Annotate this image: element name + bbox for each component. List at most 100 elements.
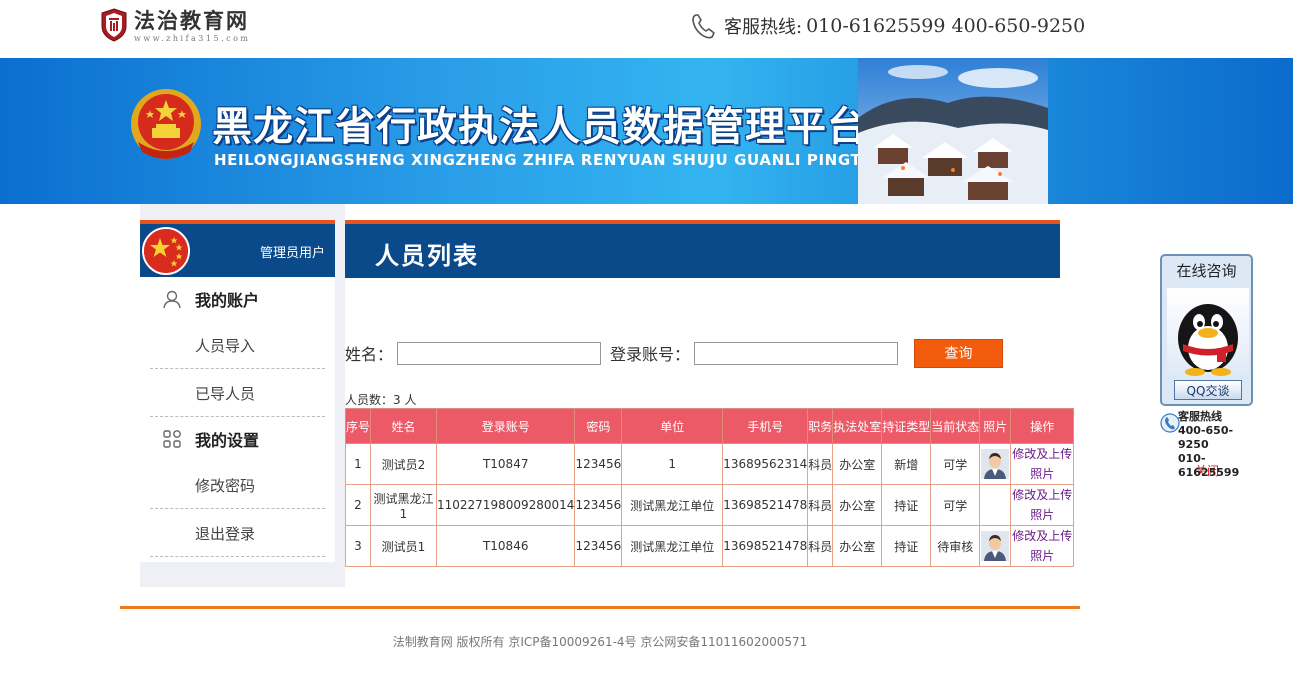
edit-upload-photo-link[interactable]: 修改及上传 照片: [1011, 444, 1073, 484]
cell-cert: 新增: [881, 443, 932, 485]
cell-password: 123456: [574, 484, 623, 526]
cell-operation: 修改及上传 照片: [1010, 443, 1075, 485]
name-input[interactable]: [397, 341, 602, 365]
sidebar-item-label: 人员导入: [195, 336, 256, 355]
page-title: 人员列表: [375, 242, 479, 270]
shield-logo-icon: [101, 8, 127, 42]
column-header: 照片: [979, 408, 1012, 444]
admin-user-label: 管理员用户: [259, 246, 325, 261]
qq-chat-button[interactable]: QQ交谈: [1174, 380, 1242, 400]
top-bar: 法治教育网 www.zhifa315.com 客服热线: 010-6162559…: [0, 0, 1293, 58]
sidebar-item-logout[interactable]: 退出登录: [140, 509, 335, 557]
consult-title: 在线咨询: [1176, 262, 1237, 280]
cell-phone: 13698521478: [722, 484, 809, 526]
cell-cert: 持证: [881, 525, 932, 567]
logo-url: www.zhifa315.com: [134, 34, 251, 43]
cell-no: 2: [345, 484, 371, 526]
cell-name: 测试员2: [370, 443, 437, 485]
cell-office: 办公室: [832, 484, 883, 526]
column-header: 持证类型: [881, 408, 932, 444]
edit-link-line-1: 修改及上传: [1012, 488, 1073, 502]
column-header: 登录账号: [435, 408, 576, 444]
table-row: 2 测试黑龙江1 110227198009280014 123456 测试黑龙江单位 13…: [345, 484, 1075, 526]
column-header: 执法处室: [832, 408, 883, 444]
column-header: 姓名: [370, 408, 437, 444]
cell-password: 123456: [574, 525, 623, 567]
sidebar-item-import[interactable]: 人员导入: [140, 321, 335, 369]
footer-divider: [120, 606, 1080, 609]
people-count: 人员数：3 人: [345, 393, 417, 407]
cell-unit: 测试黑龙江单位: [621, 484, 724, 526]
edit-link-line-1: 修改及上传: [1012, 529, 1073, 543]
snow-village-photo: [858, 58, 1048, 204]
cell-name: 测试员1: [370, 525, 437, 567]
site-logo[interactable]: 法治教育网 www.zhifa315.com: [100, 8, 251, 48]
widget-hotline-number-2: 010-61625599: [1178, 452, 1240, 479]
sidebar-item-label: 修改密码: [195, 476, 256, 495]
name-label: 姓名：: [345, 345, 394, 364]
phone-icon: [692, 14, 715, 39]
edit-link-line-2: 照片: [1030, 508, 1055, 522]
cell-name: 测试黑龙江1: [370, 484, 437, 526]
cell-account: T10847: [435, 443, 576, 485]
cell-photo: [979, 525, 1012, 567]
cell-cert: 持证: [881, 484, 932, 526]
widget-hotline-number-1: 400-650-9250: [1178, 424, 1234, 451]
sidebar-item-change-password[interactable]: 修改密码: [140, 461, 335, 509]
column-header: 单位: [621, 408, 724, 444]
table-header-row: 序号 姓名 登录账号 密码 单位 手机号 职务 执法处室 持证类型 当前状态 照…: [345, 408, 1075, 444]
user-icon: [163, 290, 181, 309]
edit-link-line-2: 照片: [1030, 549, 1055, 563]
qq-penguin-icon: [1178, 304, 1238, 376]
search-button[interactable]: 查询: [914, 338, 1004, 368]
account-input[interactable]: [694, 341, 899, 365]
banner: 黑龙江省行政执法人员数据管理平台 HEILONGJIANGSHENG XINGZ…: [0, 58, 1293, 204]
china-flag-icon: [144, 229, 188, 273]
sidebar-header: 管理员用户: [140, 220, 335, 277]
column-header: 手机号: [722, 408, 809, 444]
cell-password: 123456: [574, 443, 623, 485]
national-emblem-icon: [131, 89, 201, 159]
column-header: 当前状态: [930, 408, 981, 444]
banner-subtitle: HEILONGJIANGSHENG XINGZHENG ZHIFA RENYUA…: [214, 151, 879, 169]
cell-no: 3: [345, 525, 371, 567]
table-row: 1 测试员2 T10847 123456 1 13689562314 科员 办公室 新增 可学 修改…: [345, 443, 1075, 485]
person-photo-icon: [981, 449, 1010, 479]
section-title-settings: 我的设置: [195, 431, 260, 450]
cell-status: 待审核: [930, 525, 981, 567]
column-header: 操作: [1010, 408, 1075, 444]
sidebar-item-imported[interactable]: 已导人员: [140, 369, 335, 417]
column-header: 序号: [345, 408, 371, 444]
settings-grid-icon: [163, 430, 181, 448]
banner-title: 黑龙江省行政执法人员数据管理平台: [212, 104, 868, 150]
footer-copyright: 法制教育网 版权所有 京ICP备10009261-4号 京公网安备1101160…: [392, 635, 808, 649]
widget-hotline: 客服热线 400-650-9250 010-61625599: [1160, 408, 1254, 479]
section-my-settings: 我的设置: [140, 417, 335, 461]
edit-upload-photo-link[interactable]: 修改及上传 照片: [1011, 485, 1073, 525]
online-consult-widget: 在线咨询 QQ交谈 客服热线 400-650-9250 010-61625599…: [1160, 254, 1254, 479]
logo-title: 法治教育网: [134, 8, 249, 33]
sidebar-item-label: 退出登录: [195, 524, 256, 543]
cell-position: 科员: [807, 484, 834, 526]
people-table: 序号 姓名 登录账号 密码 单位 手机号 职务 执法处室 持证类型 当前状态 照…: [345, 408, 1075, 567]
cell-position: 科员: [807, 443, 834, 485]
cell-phone: 13698521478: [722, 525, 809, 567]
hotline-numbers: 010-61625599 400-650-9250: [806, 15, 1086, 37]
cell-no: 1: [345, 443, 371, 485]
cell-operation: 修改及上传 照片: [1010, 525, 1075, 567]
cell-photo: [979, 484, 1012, 526]
column-header: 密码: [574, 408, 623, 444]
table-row: 3 测试员1 T10846 123456 测试黑龙江单位 13698521478 科员 办公室…: [345, 525, 1075, 567]
cell-unit: 测试黑龙江单位: [621, 525, 724, 567]
qq-penguin: [1167, 288, 1249, 376]
cell-photo: [979, 443, 1012, 485]
cell-account: 110227198009280014: [435, 484, 576, 526]
search-form: 姓名： 登录账号： 查询: [345, 338, 1004, 368]
widget-hotline-label: 客服热线: [1178, 410, 1222, 423]
cell-office: 办公室: [832, 443, 883, 485]
flag-avatar: [142, 227, 190, 275]
sidebar: 管理员用户 我的账户 人员导入 已导人员 我的设置 修改密码 退出登录: [140, 220, 335, 562]
edit-upload-photo-link[interactable]: 修改及上传 照片: [1011, 526, 1073, 566]
section-my-account: 我的账户: [140, 277, 335, 321]
column-header: 职务: [807, 408, 834, 444]
